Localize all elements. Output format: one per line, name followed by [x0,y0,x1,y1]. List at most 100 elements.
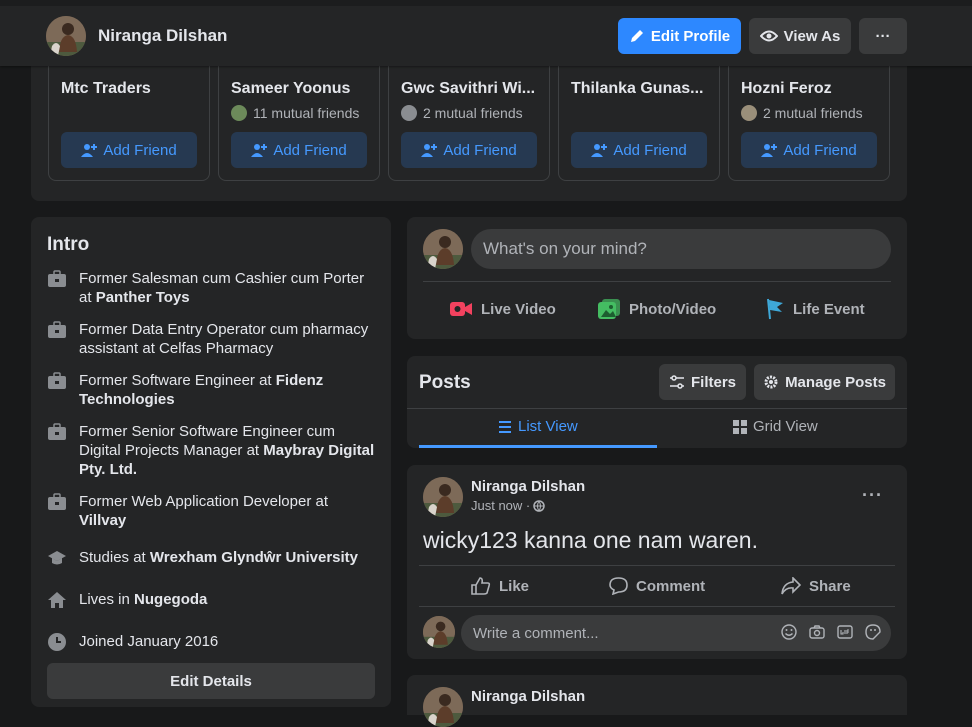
gear-icon [764,375,778,389]
mutual-friends[interactable]: 2 mutual friends [741,105,863,121]
status-input[interactable]: What's on your mind? [471,229,891,269]
post-timestamp[interactable]: Just now · [471,498,530,513]
intro-text: Former Data Entry Operator cum pharmacy … [79,321,369,357]
briefcase-icon [48,423,66,440]
profile-avatar[interactable] [46,16,86,56]
add-friend-label: Add Friend [613,141,687,159]
more-options-button[interactable]: ··· [859,18,907,54]
intro-city-link[interactable]: Nugegoda [134,591,207,608]
friend-name[interactable]: Gwc Savithri Wi... [401,80,541,98]
mutual-friends-count: 2 mutual friends [763,105,863,121]
like-button[interactable]: Like [471,577,529,595]
friend-name[interactable]: Sameer Yoonus [231,80,371,98]
share-button[interactable]: Share [781,577,851,595]
add-friend-label: Add Friend [783,141,857,159]
life-event-label: Life Event [793,300,865,318]
comment-placeholder: Write a comment... [473,624,599,642]
add-friend-label: Add Friend [103,141,177,159]
edit-details-button[interactable]: Edit Details [47,663,375,699]
photo-video-button[interactable]: Photo/Video [597,297,716,321]
add-friend-button[interactable]: Add Friend [61,132,197,168]
post-author-avatar[interactable] [423,687,463,727]
add-person-icon [761,144,778,157]
briefcase-icon [48,493,66,510]
emoji-icon[interactable] [781,624,797,640]
intro-item-location: Lives in Nugegoda [47,590,377,610]
live-video-button[interactable]: Live Video [449,297,556,321]
filters-icon [669,375,684,389]
friend-name[interactable]: Mtc Traders [61,80,201,98]
tab-list-view[interactable]: List View [498,418,578,435]
add-friend-button[interactable]: Add Friend [401,132,537,168]
friend-name[interactable]: Thilanka Gunas... [571,80,711,98]
filters-button[interactable]: Filters [659,364,746,400]
intro-workplace-link[interactable]: Villvay [79,512,126,529]
comment-avatar[interactable] [423,616,455,648]
edit-profile-label: Edit Profile [650,27,731,45]
view-as-button[interactable]: View As [749,18,851,54]
more-dots-icon: ··· [875,27,891,45]
sticker-icon[interactable] [865,624,881,640]
mutual-friends-count: 11 mutual friends [253,105,360,121]
intro-workplace-link[interactable]: Panther Toys [96,289,190,306]
intro-item-work: Former Software Engineer at Fidenz Techn… [47,371,377,409]
tab-grid-view[interactable]: Grid View [733,418,818,435]
view-as-label: View As [783,27,841,45]
add-friend-button[interactable]: Add Friend [741,132,877,168]
post-card: Niranga Dilshan Just now · ··· wicky123 … [407,465,907,659]
comment-button[interactable]: Comment [609,577,705,595]
life-event-button[interactable]: Life Event [765,297,865,321]
gif-icon[interactable] [837,624,853,640]
intro-item-work: Former Salesman cum Cashier cum Porter a… [47,269,377,307]
post-author-avatar[interactable] [423,477,463,517]
pencil-icon [630,30,643,42]
photo-video-icon [598,299,620,319]
mutual-friends-count: 2 mutual friends [423,105,523,121]
post-author-name[interactable]: Niranga Dilshan [471,478,585,495]
camera-icon[interactable] [809,624,825,640]
briefcase-icon [48,321,66,338]
post-options-icon[interactable]: ··· [862,485,883,506]
live-video-label: Live Video [481,300,556,318]
flag-icon [767,298,783,320]
add-friend-button[interactable]: Add Friend [571,132,707,168]
posts-header: Posts Filters Manage Posts List View Gri… [407,356,907,448]
intro-item-education: Studies at Wrexham Glyndŵr University [47,548,377,568]
mutual-friends[interactable]: 11 mutual friends [231,105,359,121]
add-person-icon [251,144,268,157]
mutual-friends[interactable]: 2 mutual friends [401,105,523,121]
briefcase-icon [48,372,66,389]
friend-card[interactable]: Hozni Feroz 2 mutual friends Add Friend [728,58,890,181]
friend-card[interactable]: Mtc Traders Add Friend [48,58,210,181]
add-friend-button[interactable]: Add Friend [231,132,367,168]
home-icon [48,592,66,608]
tab-grid-view-label: Grid View [753,418,818,435]
comment-input[interactable]: Write a comment... [461,615,891,651]
tab-list-view-label: List View [518,418,578,435]
intro-text: Former Software Engineer at [79,372,276,389]
friend-card[interactable]: Thilanka Gunas... Add Friend [558,58,720,181]
comment-tools [781,624,881,640]
mutual-friend-avatar [401,105,417,121]
friend-name[interactable]: Hozni Feroz [741,80,881,98]
intro-school-link[interactable]: Wrexham Glyndŵr University [150,549,358,566]
photo-video-label: Photo/Video [629,300,717,318]
intro-item-work: Former Senior Software Engineer cum Digi… [47,422,377,479]
eye-icon [759,30,778,42]
profile-name[interactable]: Niranga Dilshan [98,26,227,46]
divider [419,565,895,566]
add-friend-label: Add Friend [273,141,347,159]
comment-icon [609,577,628,595]
add-person-icon [81,144,98,157]
intro-card: Intro Former Salesman cum Cashier cum Po… [31,217,391,707]
post-author-name[interactable]: Niranga Dilshan [471,688,585,705]
mutual-friend-avatar [231,105,247,121]
friend-card[interactable]: Sameer Yoonus 11 mutual friends Add Frie… [218,58,380,181]
list-icon [499,420,511,433]
globe-icon[interactable] [533,499,545,512]
edit-profile-button[interactable]: Edit Profile [618,18,741,54]
intro-title: Intro [47,234,90,255]
composer-avatar[interactable] [423,229,463,269]
friend-card[interactable]: Gwc Savithri Wi... 2 mutual friends Add … [388,58,550,181]
manage-posts-button[interactable]: Manage Posts [754,364,895,400]
